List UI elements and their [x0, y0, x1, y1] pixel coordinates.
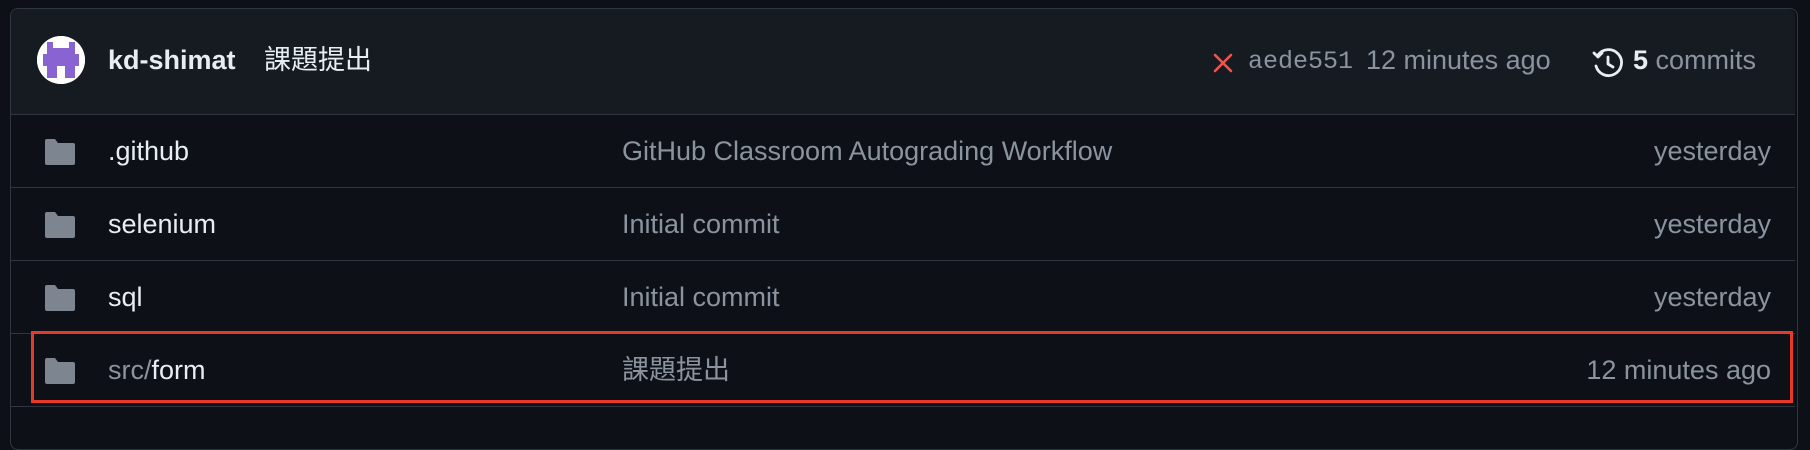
commit-message[interactable]: 課題提出 [264, 43, 372, 77]
x-icon[interactable] [1211, 51, 1235, 75]
commit-time: 12 minutes ago [1366, 45, 1551, 75]
commits-link[interactable]: 5 commits [1633, 43, 1756, 77]
folder-icon [45, 212, 75, 238]
file-commit-time: 12 minutes ago [1586, 355, 1771, 385]
file-name[interactable]: .github [108, 134, 189, 168]
file-row[interactable]: selenium Initial commit yesterday [11, 188, 1795, 261]
file-name[interactable]: selenium [108, 207, 216, 241]
file-name[interactable]: src/form [108, 353, 206, 387]
folder-icon [45, 358, 75, 384]
file-commit-message[interactable]: Initial commit [622, 280, 780, 314]
file-commit-message[interactable]: GitHub Classroom Autograding Workflow [622, 134, 1112, 168]
folder-icon [45, 139, 75, 165]
commit-count: 5 [1633, 45, 1649, 75]
file-row[interactable]: sql Initial commit yesterday [11, 261, 1795, 334]
author-avatar[interactable] [37, 36, 85, 84]
file-commit-time: yesterday [1653, 209, 1771, 239]
file-commit-time: yesterday [1653, 282, 1771, 312]
file-name[interactable]: sql [108, 280, 143, 314]
history-icon[interactable] [1591, 47, 1625, 81]
commit-author[interactable]: kd-shimat [108, 43, 236, 77]
file-commit-message[interactable]: 課題提出 [622, 353, 730, 387]
file-row[interactable]: .github GitHub Classroom Autograding Wor… [11, 115, 1795, 188]
latest-commit-header: kd-shimat 課題提出 aede551 12 minutes ago 5 … [11, 9, 1795, 115]
file-commit-message[interactable]: Initial commit [622, 207, 780, 241]
folder-icon [45, 285, 75, 311]
file-commit-time: yesterday [1653, 136, 1771, 166]
commit-sha[interactable]: aede551 [1248, 45, 1353, 79]
file-row[interactable]: src/form 課題提出 12 minutes ago [11, 334, 1795, 407]
commits-label: commits [1648, 45, 1757, 75]
